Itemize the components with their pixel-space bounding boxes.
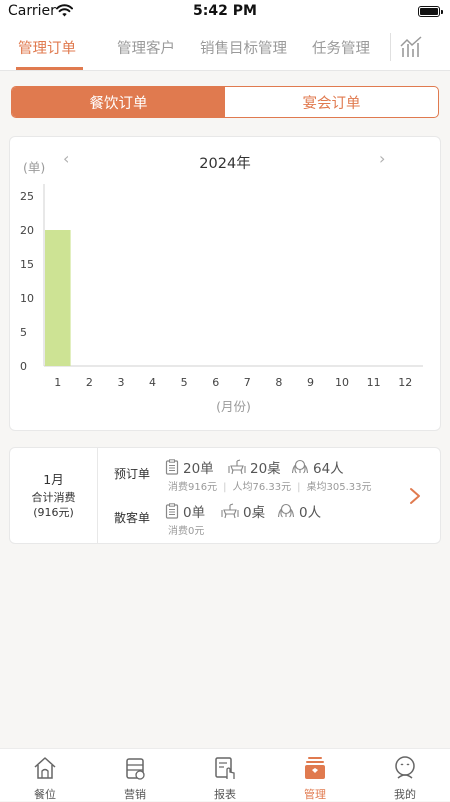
reserved-orders-value: 20单 <box>183 461 214 477</box>
dining-table-icon <box>228 459 246 475</box>
tab-divider <box>390 33 391 61</box>
walkin-people-value: 0人 <box>299 505 322 521</box>
segment-banquet-orders[interactable]: 宴会订单 <box>225 87 438 117</box>
user-profile-icon <box>395 756 415 779</box>
reserved-table-count: 20桌 <box>228 457 281 477</box>
walkin-spend: 消费0元 <box>168 526 205 537</box>
walkin-order-count: 0单 <box>165 501 205 521</box>
nav-item-seating[interactable]: 餐位 <box>0 749 90 801</box>
x-tick-label: 8 <box>275 376 282 389</box>
statistics-chart-icon[interactable] <box>399 35 425 59</box>
reserved-tables-value: 20桌 <box>250 461 281 477</box>
x-tick-label: 1 <box>54 376 61 389</box>
order-type-segment: 餐饮订单 宴会订单 <box>11 86 439 118</box>
reserved-per-person: 人均76.33元 <box>232 482 292 493</box>
y-tick-label: 0 <box>20 360 27 373</box>
people-icon <box>277 503 295 518</box>
bar <box>45 230 71 366</box>
y-tick-label: 15 <box>20 258 34 271</box>
x-tick-label: 2 <box>86 376 93 389</box>
y-tick-label: 5 <box>20 326 27 339</box>
segment-dining-orders[interactable]: 餐饮订单 <box>12 87 225 117</box>
x-tick-label: 6 <box>212 376 219 389</box>
report-touch-icon <box>215 757 235 779</box>
walkin-orders-label: 散客单 <box>114 511 151 525</box>
clock: 5:42 PM <box>193 3 257 19</box>
reserved-orders-label: 预订单 <box>114 467 151 481</box>
battery-icon <box>418 6 443 17</box>
reserved-people-value: 64人 <box>313 461 344 477</box>
nav-item-marketing[interactable]: 营销 <box>90 749 180 801</box>
walkin-tables-value: 0桌 <box>243 505 266 521</box>
management-icon <box>305 757 325 779</box>
x-tick-label: 4 <box>149 376 156 389</box>
separator: | <box>297 482 301 493</box>
nav-item-reports[interactable]: 报表 <box>180 749 270 801</box>
nav-item-mine[interactable]: 我的 <box>360 749 450 801</box>
bar-chart: 05101520251 2 3 4 5 6 7 8 9 10 11 12(月份) <box>20 184 423 414</box>
reserved-per-table: 桌均305.33元 <box>306 482 372 493</box>
x-tick-label: 9 <box>307 376 314 389</box>
walkin-orders-value: 0单 <box>183 505 206 521</box>
storefront-icon <box>126 758 145 780</box>
y-tick-label: 20 <box>20 224 34 237</box>
x-tick-label: 3 <box>117 376 124 389</box>
bottom-tab-bar: 餐位 营销 报表 管理 我的 <box>0 748 450 801</box>
summary-month: 1月 <box>43 472 64 487</box>
people-icon <box>291 459 309 474</box>
walkin-people-count: 0人 <box>277 501 321 521</box>
total-spend-label: 合计消费 <box>31 491 76 504</box>
top-tab-bar: 管理订单 管理客户 销售目标管理 任务管理 <box>0 24 450 71</box>
nav-item-management[interactable]: 管理 <box>270 749 360 801</box>
walkin-spend-breakdown: 消费0元 <box>168 522 204 537</box>
reserved-spend: 消费916元 <box>168 482 218 493</box>
x-tick-label: 12 <box>398 376 412 389</box>
dining-table-icon <box>221 503 239 519</box>
x-tick-label: 10 <box>335 376 349 389</box>
tab-sales-targets[interactable]: 销售目标管理 <box>200 37 287 58</box>
status-bar: Carrier 5:42 PM <box>0 0 450 24</box>
y-tick-label: 10 <box>20 292 34 305</box>
tab-task-management[interactable]: 任务管理 <box>312 37 370 58</box>
x-tick-label: 5 <box>181 376 188 389</box>
active-tab-indicator <box>16 67 83 70</box>
tab-manage-orders[interactable]: 管理订单 <box>18 37 76 58</box>
walkin-table-count: 0桌 <box>221 501 265 521</box>
reserved-order-count: 20单 <box>165 457 214 477</box>
separator: | <box>223 482 227 493</box>
total-spend-value: (916元) <box>33 506 74 519</box>
y-tick-label: 25 <box>20 190 34 203</box>
reserved-spend-breakdown: 消费916元 | 人均76.33元 | 桌均305.33元 <box>168 478 371 493</box>
tab-manage-customers[interactable]: 管理客户 <box>117 37 175 58</box>
month-summary-card[interactable]: 1月 合计消费 (916元) 预订单 20单 20桌 64人 消费916元 | … <box>9 447 441 544</box>
monthly-orders-chart-card: (单) ‹ 2024年 › 0 5 10 15 20 25 1 2 3 4 5 6 7 8 9 10 11 12(… <box>9 136 441 431</box>
x-axis-title: (月份) <box>216 399 251 414</box>
chevron-right-icon[interactable] <box>408 486 422 506</box>
reserved-people-count: 64人 <box>291 457 344 477</box>
order-list-icon <box>165 459 179 475</box>
x-tick-label: 11 <box>367 376 381 389</box>
house-icon <box>34 757 56 779</box>
x-tick-label: 7 <box>244 376 251 389</box>
order-list-icon <box>165 503 179 519</box>
month-summary-column: 1月 合计消费 (916元) <box>10 448 98 543</box>
